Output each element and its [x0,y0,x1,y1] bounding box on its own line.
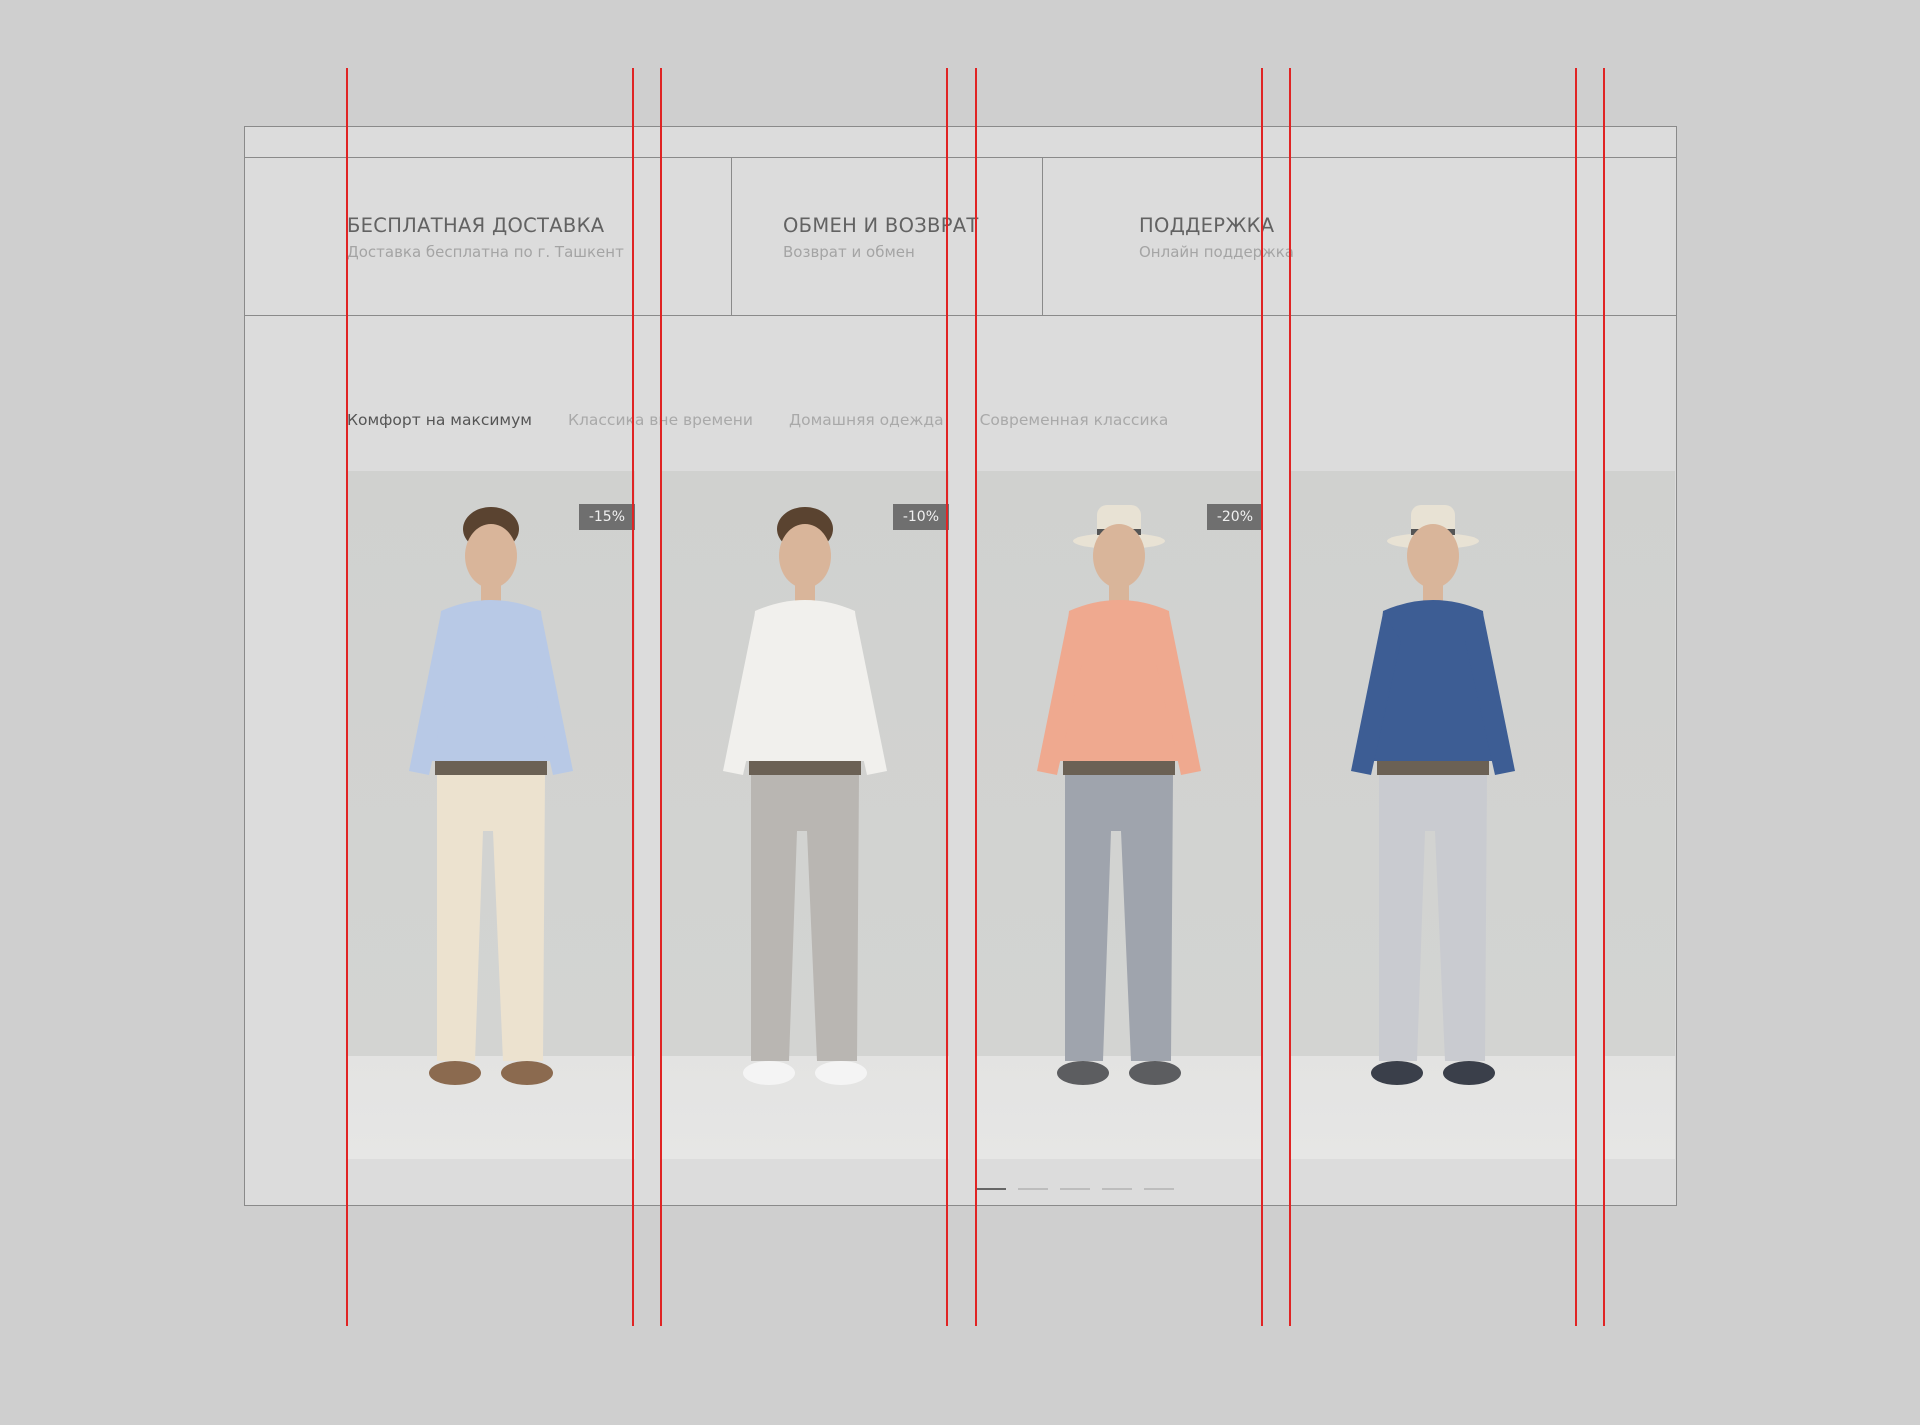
pagination-dot[interactable] [1144,1188,1174,1190]
product-card[interactable]: -15% [347,471,635,1159]
feature-support: ПОДДЕРЖКА Онлайн поддержка [1139,214,1294,261]
column-guide-line [1575,68,1577,1326]
features-strip: БЕСПЛАТНАЯ ДОСТАВКА Доставка бесплатна п… [245,158,1676,316]
product-card[interactable]: -10% [661,471,949,1159]
feature-subtitle: Онлайн поддержка [1139,243,1294,261]
collection-tabs: Комфорт на максимум Классика вне времени… [347,411,1168,429]
model-pink-shirt-grey-trousers-hat-icon [1037,505,1201,1085]
feature-subtitle: Доставка бесплатна по г. Ташкент [347,243,624,261]
page: БЕСПЛАТНАЯ ДОСТАВКА Доставка бесплатна п… [0,0,1920,1425]
column-guide-line [1261,68,1263,1326]
product-card-partial[interactable] [1603,471,1675,1159]
discount-badge: -15% [578,504,635,530]
product-card[interactable] [1289,471,1577,1159]
feature-title: ПОДДЕРЖКА [1139,214,1275,237]
column-guide-line [632,68,634,1326]
model-white-shirt-grey-trousers-icon [723,507,887,1085]
feature-free-delivery: БЕСПЛАТНАЯ ДОСТАВКА Доставка бесплатна п… [347,214,624,261]
feature-divider [1042,158,1043,315]
feature-title: БЕСПЛАТНАЯ ДОСТАВКА [347,214,605,237]
product-card[interactable]: -20% [975,471,1263,1159]
pagination-dot[interactable] [1060,1188,1090,1190]
feature-title: ОБМЕН И ВОЗВРАТ [783,214,979,237]
pagination-dot[interactable] [1018,1188,1048,1190]
top-bar [245,127,1676,158]
product-carousel: -15% -10% -20% [347,471,1676,1159]
model-light-blue-shirt-beige-trousers-icon [409,507,573,1085]
column-guide-line [1289,68,1291,1326]
column-guide-line [1603,68,1605,1326]
page-mockup: БЕСПЛАТНАЯ ДОСТАВКА Доставка бесплатна п… [244,126,1677,1206]
tab-homewear[interactable]: Домашняя одежда [789,411,944,429]
tab-comfort[interactable]: Комфорт на максимум [347,411,532,429]
model-navy-shirt-striped-trousers-hat-icon [1351,505,1515,1085]
column-guide-line [975,68,977,1326]
column-guide-line [660,68,662,1326]
discount-badge: -10% [892,504,949,530]
column-guide-line [346,68,348,1326]
pagination-dot[interactable] [976,1188,1006,1190]
tab-modern-classic[interactable]: Современная классика [980,411,1169,429]
pagination-dot[interactable] [1102,1188,1132,1190]
feature-subtitle: Возврат и обмен [783,243,915,261]
feature-divider [731,158,732,315]
carousel-pagination [976,1188,1174,1190]
discount-badge: -20% [1206,504,1263,530]
feature-exchange-return: ОБМЕН И ВОЗВРАТ Возврат и обмен [783,214,979,261]
column-guide-line [946,68,948,1326]
